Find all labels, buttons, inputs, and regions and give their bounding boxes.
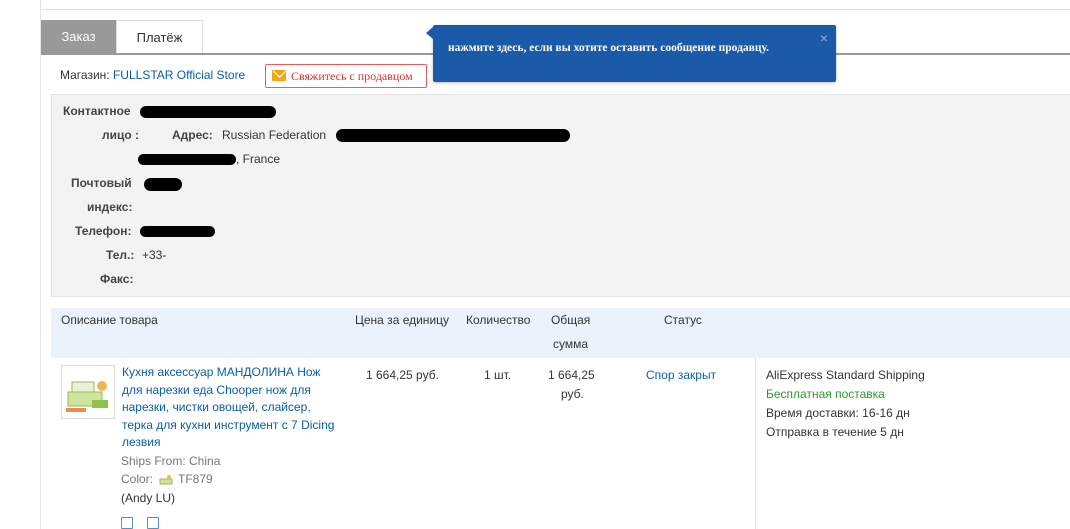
store-info: Магазин: FULLSTAR Official Store [60,68,245,82]
snapshot-icon[interactable] [121,517,133,529]
ships-from: Ships From: China [121,454,221,468]
shipping-address-panel [51,94,1070,297]
header-status: Статус [664,313,702,327]
contact-seller-button[interactable]: Свяжитесь с продавцом [265,64,427,88]
store-link[interactable]: FULLSTAR Official Store [113,68,245,82]
tab-order[interactable]: Заказ [41,20,116,53]
redacted-contact-name [140,106,276,118]
total-value-line1: 1 664,25 [548,368,595,382]
redacted-postal-code [144,178,182,191]
header-total-line2: сумма [553,337,589,351]
message-seller-tooltip: нажмите здесь, если вы хотите оставить с… [426,25,836,82]
redacted-phone [140,226,215,237]
shipping-cost: Бесплатная поставка [766,387,885,401]
color-label: Color: [121,472,154,486]
product-title-link[interactable]: Кухня аксессуар МАНДОЛИНА Нож для нарезк… [122,364,344,452]
panel-left-border [40,9,41,529]
shipping-method: AliExpress Standard Shipping [766,368,925,382]
phone-label: Телефон: [75,224,132,238]
redacted-city [138,154,236,165]
product-thumbnail[interactable] [61,365,115,419]
tel-label: Тел.: [106,248,135,262]
top-panel-edge [40,0,1070,10]
unit-price-value: 1 664,25 руб. [366,368,439,382]
contact-seller-label: Свяжитесь с продавцом [291,69,413,83]
row-divider [755,358,756,529]
contact-person-label-line2: лицо : [102,128,140,142]
delivery-time: Время доставки: 16-16 дн [766,406,910,420]
header-description: Описание товара [61,313,158,327]
close-icon[interactable]: × [820,30,828,46]
color-swatch-icon [159,474,173,485]
tab-payment[interactable]: Платёж [116,20,203,53]
tel-value: +33- [142,248,167,262]
envelope-icon [272,70,286,81]
header-quantity: Количество [466,313,531,327]
seller-name: (Andy LU) [121,491,176,505]
postal-code-label-line1: Почтовый [71,176,132,190]
status-link[interactable]: Спор закрыт [646,368,716,382]
address-label: Адрес: [172,128,213,142]
fax-label: Факс: [100,272,134,286]
redacted-address [336,129,570,142]
tooltip-message: нажмите здесь, если вы хотите оставить с… [448,42,769,54]
header-unit-price: Цена за единицу [355,313,450,327]
color-value: TF879 [178,472,213,486]
address-line2: , France [236,152,281,166]
header-total-line1: Общая [551,313,591,327]
quantity-value: 1 шт. [484,368,512,382]
document-icon[interactable] [147,517,159,529]
total-value-line2: руб. [561,387,584,401]
postal-code-label-line2: индекс: [87,200,133,214]
dispatch-time: Отправка в течение 5 дн [766,425,904,439]
contact-person-label-line1: Контактное [63,104,131,118]
store-label: Магазин: [60,68,110,82]
address-country: Russian Federation [222,128,327,142]
tooltip-arrow [426,27,433,39]
